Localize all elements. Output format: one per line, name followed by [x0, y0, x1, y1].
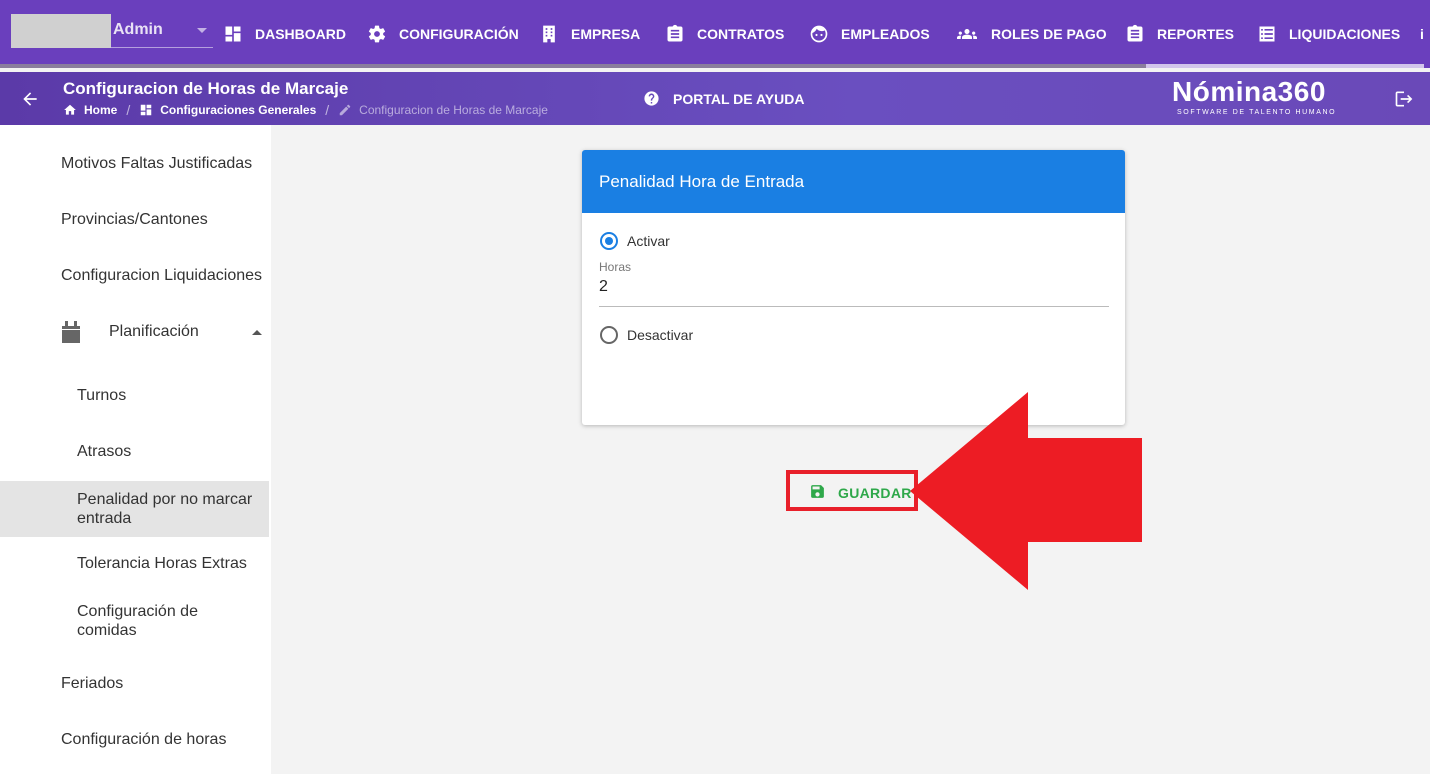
nav-scroll-thumb[interactable] [1146, 64, 1424, 68]
save-button[interactable]: GUARDAR [786, 470, 918, 511]
arrow-back-icon[interactable] [20, 89, 40, 109]
breadcrumb-home-label: Home [84, 103, 118, 117]
sidebar: Motivos Faltas Justificadas Provincias/C… [0, 125, 271, 774]
sidebar-item-label: Provincias/Cantones [61, 211, 208, 228]
save-button-label: GUARDAR [838, 485, 912, 501]
breadcrumb-current: Configuracion de Horas de Marcaje [338, 103, 548, 117]
list-icon [1259, 26, 1275, 42]
clipboard-icon [667, 24, 683, 42]
logout-icon[interactable] [1394, 89, 1414, 109]
nav-contratos[interactable]: CONTRATOS [665, 22, 784, 46]
card-title: Penalidad Hora de Entrada [599, 172, 805, 191]
breadcrumb-separator: / [325, 102, 330, 118]
clipboard-icon [1127, 24, 1143, 42]
chevron-down-icon [197, 28, 207, 33]
sidebar-item-comidas[interactable]: Configuración de comidas [0, 596, 269, 646]
breadcrumb-separator: / [126, 102, 131, 118]
sidebar-item-label: Configuracion Liquidaciones [61, 267, 263, 284]
dashboard-icon [225, 26, 241, 42]
radio-activar-label[interactable]: Activar [627, 233, 670, 249]
hours-field-label: Horas [599, 260, 632, 274]
dashboard-icon [140, 104, 152, 116]
sidebar-item-penalidad[interactable]: Penalidad por no marcar entrada [0, 481, 269, 537]
nav-empresa[interactable]: EMPRESA [539, 22, 640, 46]
nav-more-icon[interactable]: i [1420, 22, 1424, 46]
nav-reportes[interactable]: REPORTES [1125, 22, 1234, 46]
nav-empleados[interactable]: EMPLEADOS [809, 22, 930, 46]
building-icon [543, 25, 555, 43]
sidebar-item-feriados[interactable]: Feriados [0, 670, 269, 700]
breadcrumb-current-label: Configuracion de Horas de Marcaje [359, 103, 548, 117]
help-portal-label: PORTAL DE AYUDA [673, 90, 805, 107]
page-header: Configuracion de Horas de Marcaje Home /… [0, 72, 1430, 125]
nav-roles-de-pago-label: ROLES DE PAGO [991, 26, 1107, 42]
radio-desactivar[interactable] [600, 326, 618, 344]
home-icon [64, 104, 76, 115]
sidebar-group-planificacion[interactable]: Planificación [0, 313, 269, 353]
breadcrumb-home[interactable]: Home [63, 103, 117, 117]
help-icon [644, 91, 659, 106]
gear-icon [368, 25, 386, 43]
hours-field[interactable]: 2 [599, 278, 608, 296]
nav-scroll-track [0, 64, 1146, 68]
help-portal-link[interactable]: PORTAL DE AYUDA [643, 90, 804, 107]
sidebar-item-provincias[interactable]: Provincias/Cantones [0, 206, 269, 236]
nav-contratos-label: CONTRATOS [697, 26, 785, 42]
nav-configuracion[interactable]: CONFIGURACIÓN [367, 22, 519, 46]
sidebar-item-turnos[interactable]: Turnos [0, 382, 269, 412]
nav-empresa-label: EMPRESA [571, 26, 641, 42]
sidebar-item-label: Motivos Faltas Justificadas [61, 155, 253, 172]
user-selector[interactable]: Admin [11, 14, 213, 48]
save-icon [811, 485, 824, 498]
nav-dashboard-label: DASHBOARD [255, 26, 346, 42]
sidebar-item-label: Atrasos [77, 443, 132, 460]
sidebar-item-label: Penalidad por no marcar entrada [77, 491, 253, 527]
annotation-arrow-icon [910, 392, 1142, 590]
nav-roles-de-pago[interactable]: ROLES DE PAGO [955, 22, 1107, 46]
nav-reportes-label: REPORTES [1157, 26, 1235, 42]
sidebar-item-label: Turnos [77, 387, 127, 404]
nav-dashboard[interactable]: DASHBOARD [223, 22, 346, 46]
sidebar-item-atrasos[interactable]: Atrasos [0, 438, 269, 468]
card-header: Penalidad Hora de Entrada [582, 150, 1125, 213]
radio-activar[interactable] [600, 232, 618, 250]
sidebar-item-label: Planificación [109, 323, 199, 340]
sidebar-item-label: Tolerancia Horas Extras [77, 555, 247, 572]
radio-desactivar-label[interactable]: Desactivar [627, 327, 693, 343]
breadcrumb-config-generales-label: Configuraciones Generales [160, 103, 317, 117]
brand-tagline: SOFTWARE DE TALENTO HUMANO [1177, 109, 1337, 116]
pencil-icon [339, 104, 351, 116]
page-title: Configuracion de Horas de Marcaje [63, 79, 349, 98]
people-icon [957, 29, 977, 39]
sidebar-item-label: Configuración de comidas [77, 603, 198, 639]
avatar [11, 14, 111, 48]
sidebar-item-label: Configuración de horas [61, 731, 227, 748]
chevron-up-icon[interactable] [252, 330, 262, 335]
face-icon [810, 25, 828, 43]
nav-configuracion-label: CONFIGURACIÓN [399, 26, 519, 42]
brand-logo: Nómina360 SOFTWARE DE TALENTO HUMANO [1170, 76, 1355, 122]
sidebar-item-config-liquidaciones[interactable]: Configuracion Liquidaciones [0, 262, 269, 292]
sidebar-item-label: Feriados [61, 675, 124, 692]
top-navbar: Admin DASHBOARD CONFIGURACIÓN EMPRESA CO… [0, 0, 1430, 68]
sidebar-item-motivos-faltas[interactable]: Motivos Faltas Justificadas [0, 150, 269, 180]
breadcrumb-config-generales[interactable]: Configuraciones Generales [139, 103, 316, 117]
hours-field-underline [599, 306, 1109, 307]
sidebar-item-tolerancia[interactable]: Tolerancia Horas Extras [0, 550, 269, 580]
brand-name: Nómina360 [1172, 76, 1326, 107]
sidebar-item-config-horas[interactable]: Configuración de horas [0, 726, 269, 756]
user-name: Admin [113, 21, 163, 38]
nav-liquidaciones-label: LIQUIDACIONES [1289, 26, 1401, 42]
penalty-card: Penalidad Hora de Entrada Activar Horas … [582, 150, 1125, 425]
nav-liquidaciones[interactable]: LIQUIDACIONES [1257, 22, 1400, 46]
nav-empleados-label: EMPLEADOS [841, 26, 930, 42]
calendar-icon [62, 321, 80, 343]
breadcrumb: Home / Configuraciones Generales / Confi… [63, 102, 548, 118]
